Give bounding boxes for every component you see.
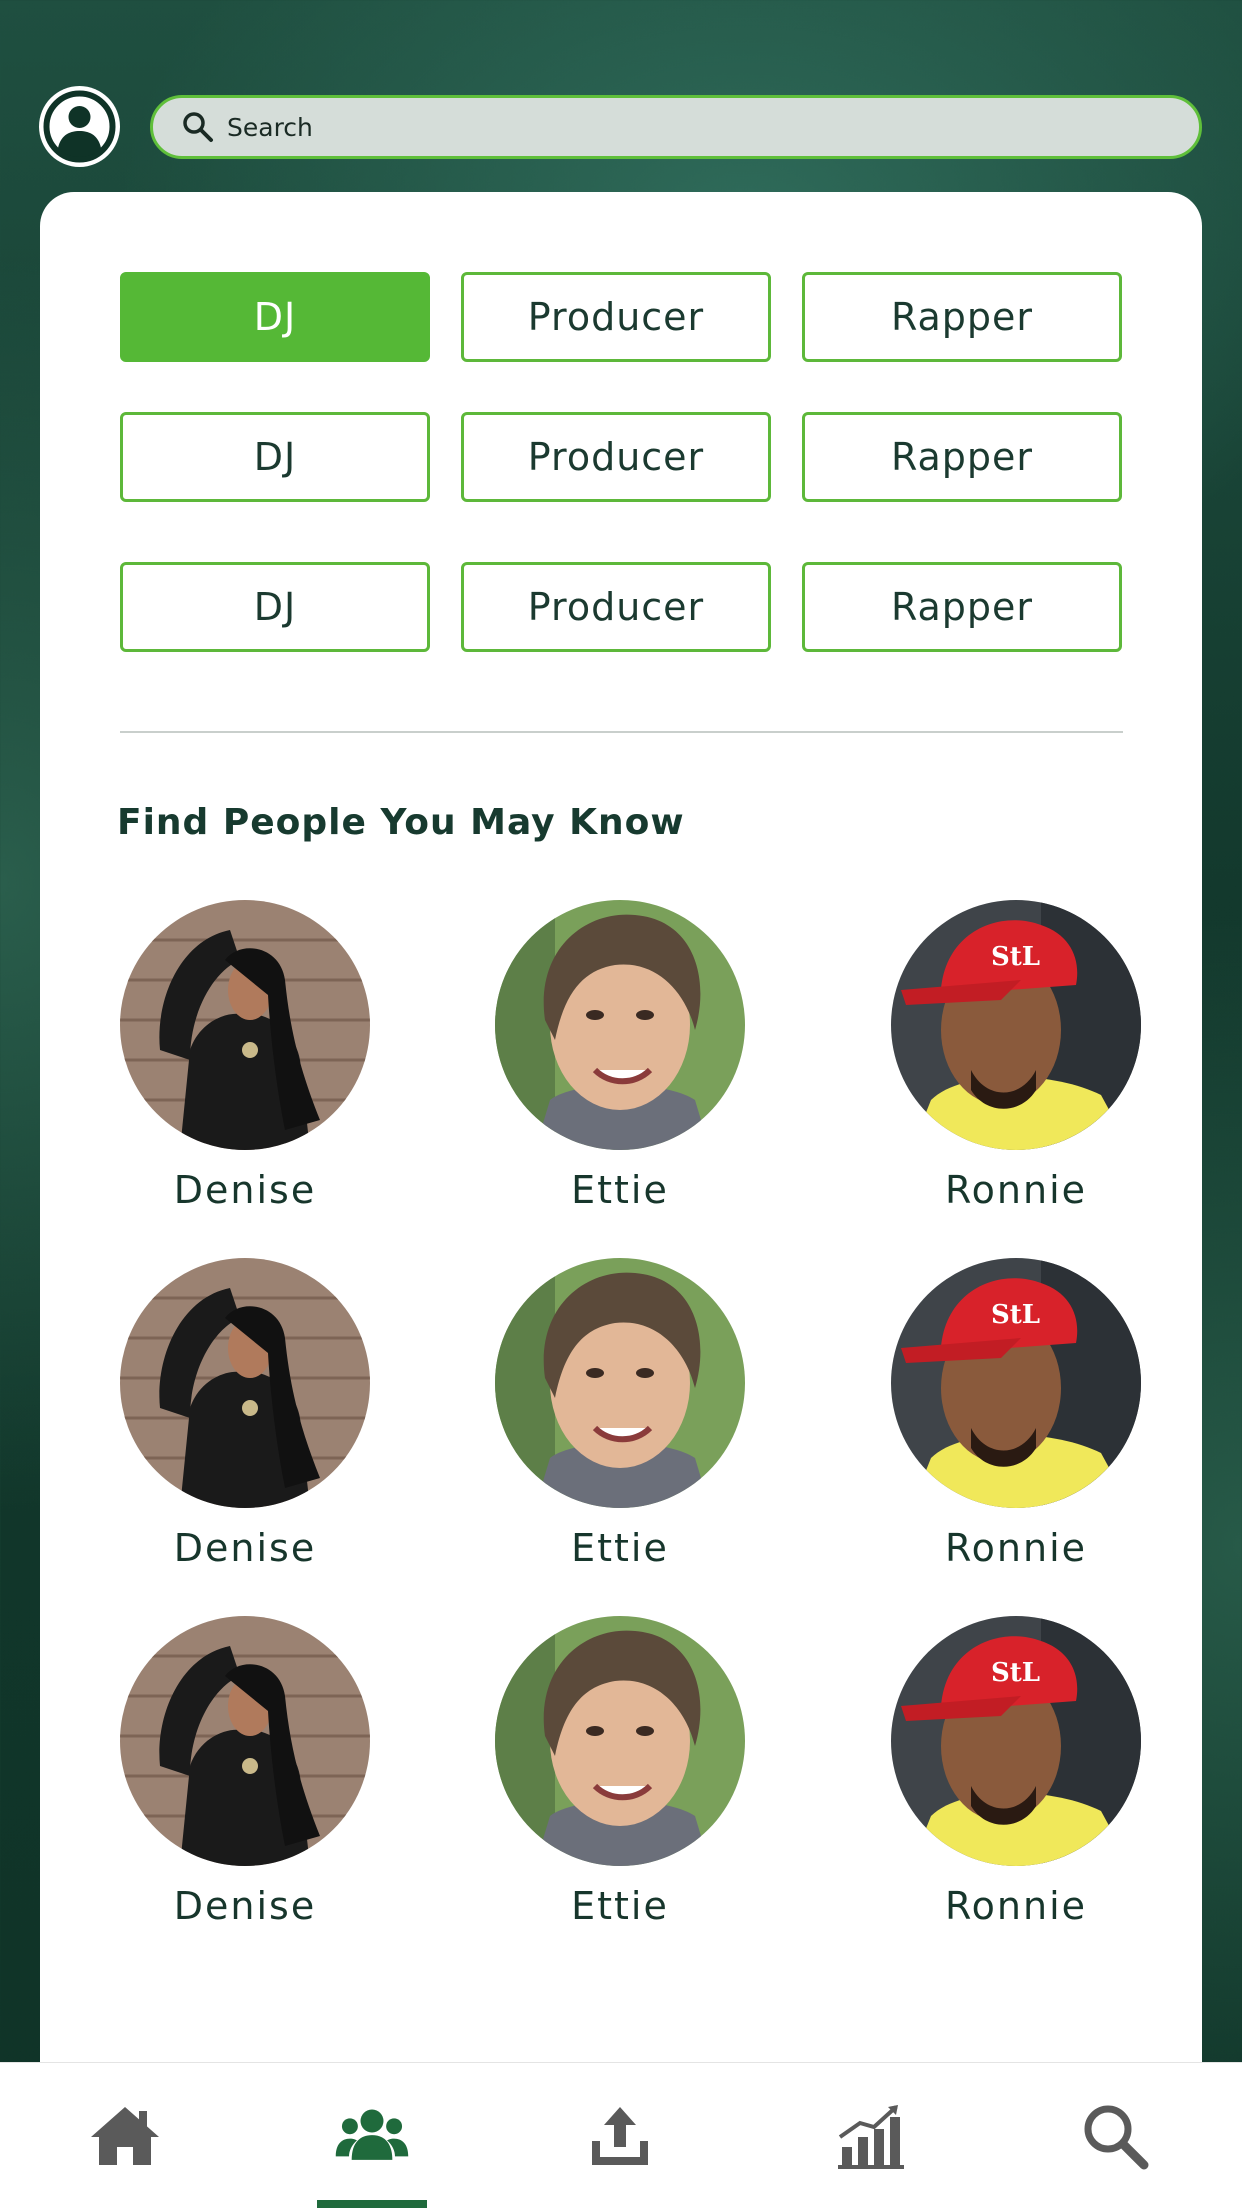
person-name: Denise [173, 1168, 317, 1212]
person-card[interactable]: StL Ronnie [866, 900, 1166, 1212]
person-photo [495, 1258, 745, 1508]
tab-upload[interactable] [540, 2063, 700, 2208]
person-name: Ettie [571, 1526, 669, 1570]
person-card[interactable]: StL Ronnie [866, 1258, 1166, 1570]
people-icon [335, 2109, 409, 2160]
filter-chip-rapper[interactable]: Rapper [802, 562, 1122, 652]
upload-icon [592, 2107, 648, 2165]
filter-chip-dj[interactable]: DJ [120, 412, 430, 502]
tab-stats[interactable] [790, 2063, 950, 2208]
person-card[interactable]: Denise [95, 900, 395, 1212]
person-photo [120, 1616, 370, 1866]
filter-chip-producer[interactable]: Producer [461, 562, 771, 652]
filter-chip-rapper[interactable]: Rapper [802, 272, 1122, 362]
person-name: Ettie [571, 1168, 669, 1212]
person-card[interactable]: Ettie [470, 1258, 770, 1570]
person-name: Ronnie [944, 1168, 1088, 1212]
filter-chip-dj[interactable]: DJ [120, 562, 430, 652]
section-divider [120, 731, 1123, 733]
person-photo [495, 900, 745, 1150]
svg-text:StL: StL [991, 1658, 1040, 1688]
person-photo: StL [891, 1258, 1141, 1508]
person-name: Denise [173, 1526, 317, 1570]
person-name: Ettie [571, 1884, 669, 1928]
filter-chip-dj[interactable]: DJ [120, 272, 430, 362]
filter-chip-producer[interactable]: Producer [461, 412, 771, 502]
tab-people[interactable] [292, 2063, 452, 2208]
tab-home[interactable] [45, 2063, 205, 2208]
person-name: Ronnie [944, 1884, 1088, 1928]
svg-text:StL: StL [991, 1300, 1040, 1330]
svg-text:StL: StL [991, 942, 1040, 972]
user-icon [43, 90, 116, 163]
person-photo: StL [891, 900, 1141, 1150]
search-icon [1084, 2105, 1149, 2170]
person-card[interactable]: StL Ronnie [866, 1616, 1166, 1928]
tab-search[interactable] [1036, 2063, 1196, 2208]
home-icon [91, 2107, 159, 2165]
person-card[interactable]: Denise [95, 1258, 395, 1570]
search-input[interactable] [227, 112, 1127, 142]
bottom-tab-bar [0, 2062, 1242, 2208]
person-photo: StL [891, 1616, 1141, 1866]
profile-avatar-button[interactable] [39, 86, 120, 167]
person-photo [495, 1616, 745, 1866]
person-photo [120, 1258, 370, 1508]
stats-icon [838, 2105, 904, 2169]
search-icon [183, 112, 213, 142]
person-card[interactable]: Denise [95, 1616, 395, 1928]
search-bar[interactable] [150, 95, 1202, 159]
person-photo [120, 900, 370, 1150]
filter-chip-rapper[interactable]: Rapper [802, 412, 1122, 502]
person-card[interactable]: Ettie [470, 900, 770, 1212]
filter-chip-producer[interactable]: Producer [461, 272, 771, 362]
person-card[interactable]: Ettie [470, 1616, 770, 1928]
person-name: Ronnie [944, 1526, 1088, 1570]
section-title: Find People You May Know [117, 802, 685, 843]
person-name: Denise [173, 1884, 317, 1928]
active-tab-indicator [317, 2200, 427, 2208]
